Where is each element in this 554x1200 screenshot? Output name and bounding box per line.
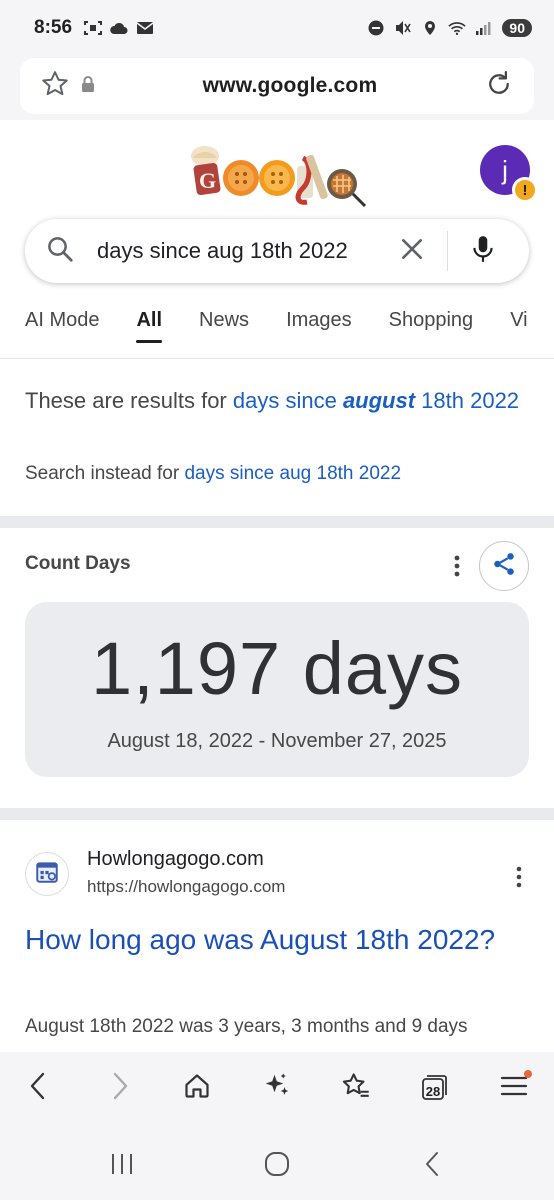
recent-apps-button[interactable] — [102, 1146, 142, 1186]
search-divider — [447, 231, 448, 271]
back-arrow-icon — [27, 1071, 49, 1106]
share-icon — [491, 551, 517, 582]
menu-button[interactable] — [494, 1068, 534, 1108]
bookmarks-button[interactable] — [336, 1068, 376, 1108]
corrected-query-part2: 18th 2022 — [415, 388, 520, 413]
day-count-value: 1,197 days — [90, 627, 464, 710]
tabs-divider — [0, 358, 554, 359]
google-doodle[interactable]: G — [185, 140, 367, 212]
count-days-result-box: 1,197 days August 18, 2022 - November 27… — [25, 602, 529, 777]
warning-icon: ! — [512, 177, 538, 203]
site-favicon[interactable] — [25, 852, 69, 896]
result-snippet: August 18th 2022 was 3 years, 3 months a… — [25, 1016, 468, 1037]
result-more-icon[interactable] — [511, 865, 527, 894]
dnd-icon — [367, 20, 385, 36]
status-bar: 8:56 90 — [0, 0, 554, 56]
status-time: 8:56 — [34, 17, 73, 38]
back-chevron-icon — [422, 1150, 442, 1183]
search-tabs: AI Mode All News Images Shopping Vi — [25, 300, 554, 350]
home-circle-icon — [263, 1150, 291, 1183]
location-icon — [421, 20, 439, 36]
avatar-initial: j — [502, 154, 508, 185]
back-button[interactable] — [18, 1068, 58, 1108]
microphone-icon[interactable] — [470, 234, 496, 269]
mail-icon — [136, 20, 154, 36]
search-instead-prefix: Search instead for — [25, 463, 185, 484]
ai-sparkle-button[interactable] — [257, 1068, 297, 1108]
tab-news[interactable]: News — [199, 300, 249, 350]
tab-videos[interactable]: Vi — [510, 300, 527, 350]
tab-ai-mode[interactable]: AI Mode — [25, 300, 99, 350]
count-days-more-icon[interactable] — [447, 553, 467, 584]
tabs-button[interactable]: 28 — [414, 1068, 454, 1108]
home-nav-button[interactable] — [257, 1146, 297, 1186]
search-box[interactable]: days since aug 18th 2022 — [25, 219, 529, 283]
correction-prefix: These are results for — [25, 388, 233, 413]
wifi-icon — [448, 20, 467, 36]
screenshot-icon — [84, 20, 103, 36]
url-bar[interactable]: www.google.com — [20, 58, 534, 114]
sparkle-icon — [262, 1071, 292, 1106]
recent-apps-icon — [109, 1152, 135, 1181]
home-button[interactable] — [177, 1068, 217, 1108]
browser-url-area: www.google.com — [0, 56, 554, 120]
calendar-icon — [34, 859, 60, 890]
cloud-icon — [110, 20, 128, 36]
account-avatar[interactable]: j ! — [480, 145, 538, 203]
search-instead-link[interactable]: days since aug 18th 2022 — [184, 463, 401, 484]
notification-dot — [524, 1070, 532, 1078]
search-instead: Search instead for days since aug 18th 2… — [25, 463, 401, 485]
result-title-link[interactable]: How long ago was August 18th 2022? — [25, 920, 530, 959]
lock-icon — [80, 75, 96, 98]
corrected-query-part1: days since — [232, 388, 343, 413]
hamburger-menu-icon — [500, 1074, 528, 1103]
bookmark-star-icon[interactable] — [40, 69, 70, 104]
home-icon — [183, 1072, 211, 1105]
tab-count: 28 — [425, 1083, 441, 1099]
search-icon[interactable] — [45, 234, 75, 269]
battery-indicator: 90 — [502, 19, 532, 37]
corrected-query-link[interactable]: days since august 18th 2022 — [233, 388, 519, 413]
forward-arrow-icon — [109, 1071, 131, 1106]
date-range: August 18, 2022 - November 27, 2025 — [107, 730, 447, 752]
spelling-correction: These are results for days since august … — [25, 382, 530, 419]
corrected-query-emphasis: august — [342, 388, 416, 413]
reload-icon[interactable] — [484, 69, 514, 104]
section-separator — [0, 516, 554, 528]
signal-icon — [475, 20, 493, 36]
browser-toolbar: 28 — [0, 1052, 554, 1126]
result-site-name[interactable]: Howlongagogo.com — [87, 848, 264, 871]
share-button[interactable] — [479, 541, 529, 591]
tab-all[interactable]: All — [136, 300, 162, 350]
section-separator — [0, 808, 554, 820]
system-navigation-bar — [0, 1126, 554, 1200]
url-text[interactable]: www.google.com — [96, 74, 484, 98]
svg-text:G: G — [199, 168, 216, 193]
clear-icon[interactable] — [399, 236, 425, 267]
back-nav-button[interactable] — [412, 1146, 452, 1186]
bookmarks-star-list-icon — [341, 1071, 371, 1106]
count-days-title: Count Days — [25, 553, 131, 574]
warning-symbol: ! — [522, 181, 528, 199]
search-input[interactable]: days since aug 18th 2022 — [97, 238, 377, 264]
mute-icon — [394, 20, 412, 36]
tab-images[interactable]: Images — [286, 300, 352, 350]
result-url[interactable]: https://howlongagogo.com — [87, 877, 285, 897]
tab-shopping[interactable]: Shopping — [389, 300, 474, 350]
forward-button[interactable] — [100, 1068, 140, 1108]
